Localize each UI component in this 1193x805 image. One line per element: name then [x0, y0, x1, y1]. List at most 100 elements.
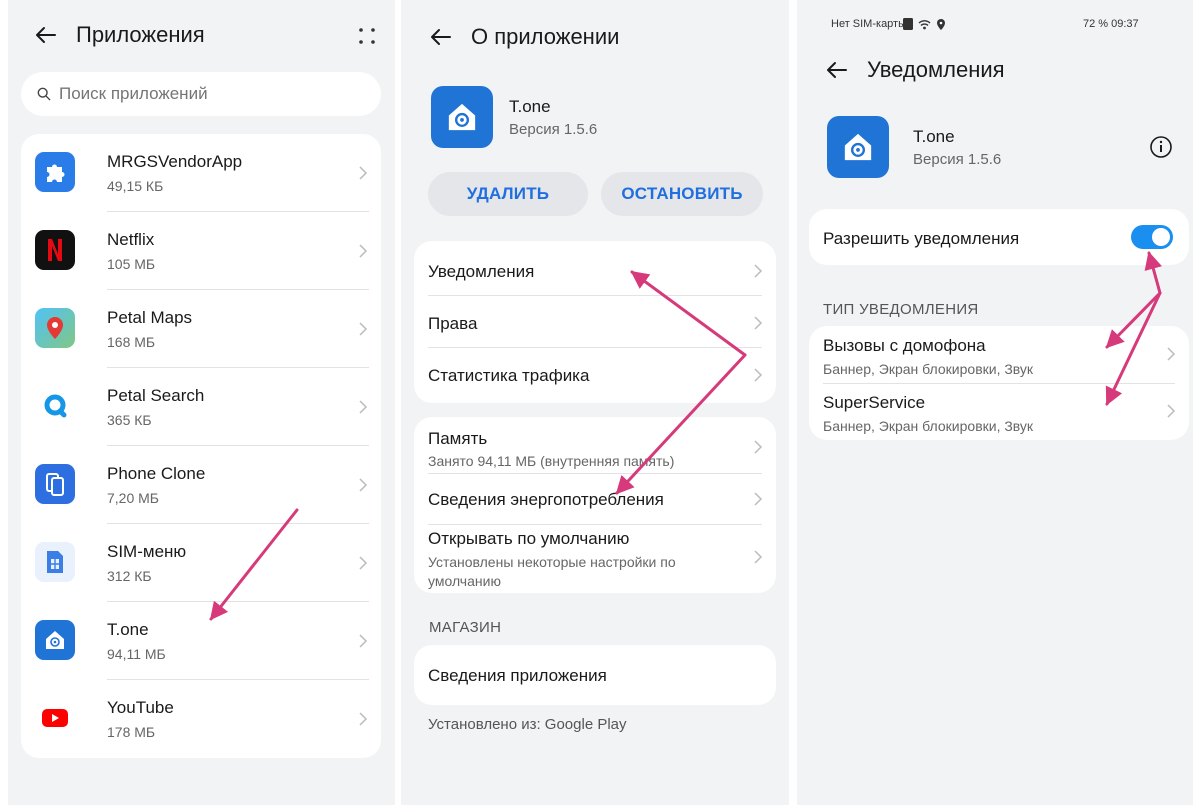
- energy-item[interactable]: Сведения энергопотребления: [414, 474, 776, 524]
- app-name: MRGSVendorApp: [107, 152, 243, 171]
- chevron-right-icon: [754, 368, 763, 382]
- list-item-sim-menu[interactable]: SIM-меню 312 КБ: [21, 524, 381, 602]
- store-section-title: МАГАЗИН: [429, 619, 502, 636]
- open-by-default-item[interactable]: Открывать по умолчанию Установлены некот…: [414, 525, 776, 593]
- toggle-knob: [1152, 228, 1170, 246]
- app-info-screen: О приложении T.one Версия 1.5.6 УДАЛИТЬ …: [401, 0, 789, 805]
- chevron-right-icon: [359, 712, 368, 726]
- chevron-right-icon: [359, 166, 368, 180]
- app-info-header: О приложении: [429, 24, 619, 50]
- item-subtitle: Установлены некоторые настройки по умолч…: [428, 554, 676, 589]
- info-icon[interactable]: [1149, 135, 1173, 159]
- app-name: Netflix: [107, 230, 155, 249]
- app-name: SIM-меню: [107, 542, 187, 561]
- tone-app-icon: [827, 116, 889, 178]
- apps-header: Приложения: [34, 22, 205, 48]
- apps-list: MRGSVendorApp 49,15 КБ Netflix 105 МБ Pe…: [21, 134, 381, 758]
- phone-clone-icon: [35, 464, 75, 504]
- chevron-right-icon: [359, 478, 368, 492]
- memory-item[interactable]: Память Занято 94,11 МБ (внутренняя памят…: [414, 417, 776, 473]
- item-label: Уведомления: [428, 262, 535, 281]
- app-name: Phone Clone: [107, 464, 206, 483]
- allow-notifications-row[interactable]: Разрешить уведомления: [809, 209, 1189, 265]
- app-version: Версия 1.5.6: [913, 151, 1002, 168]
- notifications-screen: Нет SIM-карты 72 % 09:37 Уведомления T.o…: [797, 0, 1193, 805]
- app-size: 312 КБ: [107, 568, 152, 584]
- chevron-right-icon: [1167, 347, 1176, 361]
- app-size: 178 МБ: [107, 724, 156, 740]
- chevron-right-icon: [1167, 404, 1176, 418]
- back-arrow-icon[interactable]: [825, 58, 849, 82]
- notifications-item[interactable]: Уведомления: [414, 241, 776, 293]
- settings-group-details: Память Занято 94,11 МБ (внутренняя памят…: [414, 417, 776, 593]
- app-size: 94,11 МБ: [107, 646, 166, 662]
- tone-app-icon: [431, 86, 493, 148]
- channel-superservice[interactable]: SuperService Баннер, Экран блокировки, З…: [809, 384, 1189, 440]
- search-bar[interactable]: [21, 72, 381, 116]
- youtube-icon: [35, 698, 75, 738]
- list-item-petal-maps[interactable]: Petal Maps 168 МБ: [21, 290, 381, 368]
- chevron-right-icon: [754, 264, 763, 278]
- status-icons: [903, 18, 945, 30]
- page-title: О приложении: [471, 24, 620, 49]
- channel-intercom-calls[interactable]: Вызовы с домофона Баннер, Экран блокиров…: [809, 326, 1189, 382]
- chevron-right-icon: [359, 634, 368, 648]
- search-icon: [37, 87, 51, 101]
- item-subtitle: Занято 94,11 МБ (внутренняя память): [428, 453, 675, 469]
- notification-type-title: ТИП УВЕДОМЛЕНИЯ: [823, 301, 979, 318]
- chevron-right-icon: [754, 316, 763, 330]
- uninstall-button[interactable]: УДАЛИТЬ: [428, 172, 588, 216]
- list-item-petal-search[interactable]: Petal Search 365 КБ: [21, 368, 381, 446]
- more-options-icon[interactable]: [357, 26, 377, 46]
- chevron-right-icon: [754, 550, 763, 564]
- back-arrow-icon[interactable]: [429, 25, 453, 49]
- list-item-tone[interactable]: T.one 94,11 МБ: [21, 602, 381, 680]
- item-subtitle: Баннер, Экран блокировки, Звук: [823, 418, 1034, 434]
- app-details-item[interactable]: Сведения приложения: [414, 645, 776, 705]
- item-label: Права: [428, 314, 478, 333]
- app-name: YouTube: [107, 698, 174, 717]
- status-battery-time: 72 % 09:37: [1083, 18, 1139, 30]
- traffic-stats-item[interactable]: Статистика трафика: [414, 348, 776, 403]
- list-item-mrgsvendorapp[interactable]: MRGSVendorApp 49,15 КБ: [21, 134, 381, 212]
- app-size: 365 КБ: [107, 412, 152, 428]
- item-label: Сведения приложения: [428, 666, 607, 685]
- app-name: T.one: [913, 127, 955, 146]
- list-item-phone-clone[interactable]: Phone Clone 7,20 МБ: [21, 446, 381, 524]
- chevron-right-icon: [359, 400, 368, 414]
- item-label: Разрешить уведомления: [823, 229, 1020, 248]
- permissions-item[interactable]: Права: [414, 296, 776, 348]
- chevron-right-icon: [359, 556, 368, 570]
- app-size: 7,20 МБ: [107, 490, 159, 506]
- chevron-right-icon: [754, 440, 763, 454]
- app-name: T.one: [509, 97, 551, 116]
- back-arrow-icon[interactable]: [34, 23, 58, 47]
- settings-group-main: Уведомления Права Статистика трафика: [414, 241, 776, 403]
- page-title: Уведомления: [867, 57, 1005, 82]
- search-input[interactable]: [59, 84, 359, 104]
- stop-button[interactable]: ОСТАНОВИТЬ: [601, 172, 763, 216]
- sim-icon: [35, 542, 75, 582]
- list-item-youtube[interactable]: YouTube 178 МБ: [21, 680, 381, 758]
- netflix-icon: [35, 230, 75, 270]
- item-label: Вызовы с домофона: [823, 336, 986, 355]
- item-label: SuperService: [823, 393, 926, 412]
- page-title: Приложения: [76, 22, 205, 47]
- status-sim: Нет SIM-карты: [831, 18, 907, 30]
- chevron-right-icon: [359, 244, 368, 258]
- tone-house-icon: [35, 620, 75, 660]
- app-size: 49,15 КБ: [107, 178, 164, 194]
- app-name: Petal Search: [107, 386, 205, 405]
- list-item-netflix[interactable]: Netflix 105 МБ: [21, 212, 381, 290]
- app-name: Petal Maps: [107, 308, 193, 327]
- chevron-right-icon: [754, 492, 763, 506]
- allow-notifications-toggle[interactable]: [1131, 225, 1173, 249]
- item-subtitle: Баннер, Экран блокировки, Звук: [823, 361, 1034, 377]
- map-pin-icon: [35, 308, 75, 348]
- item-label: Открывать по умолчанию: [428, 529, 630, 548]
- app-name: T.one: [107, 620, 149, 639]
- chevron-right-icon: [359, 322, 368, 336]
- app-size: 105 МБ: [107, 256, 156, 272]
- notifications-header: Уведомления: [825, 57, 1005, 83]
- app-size: 168 МБ: [107, 334, 156, 350]
